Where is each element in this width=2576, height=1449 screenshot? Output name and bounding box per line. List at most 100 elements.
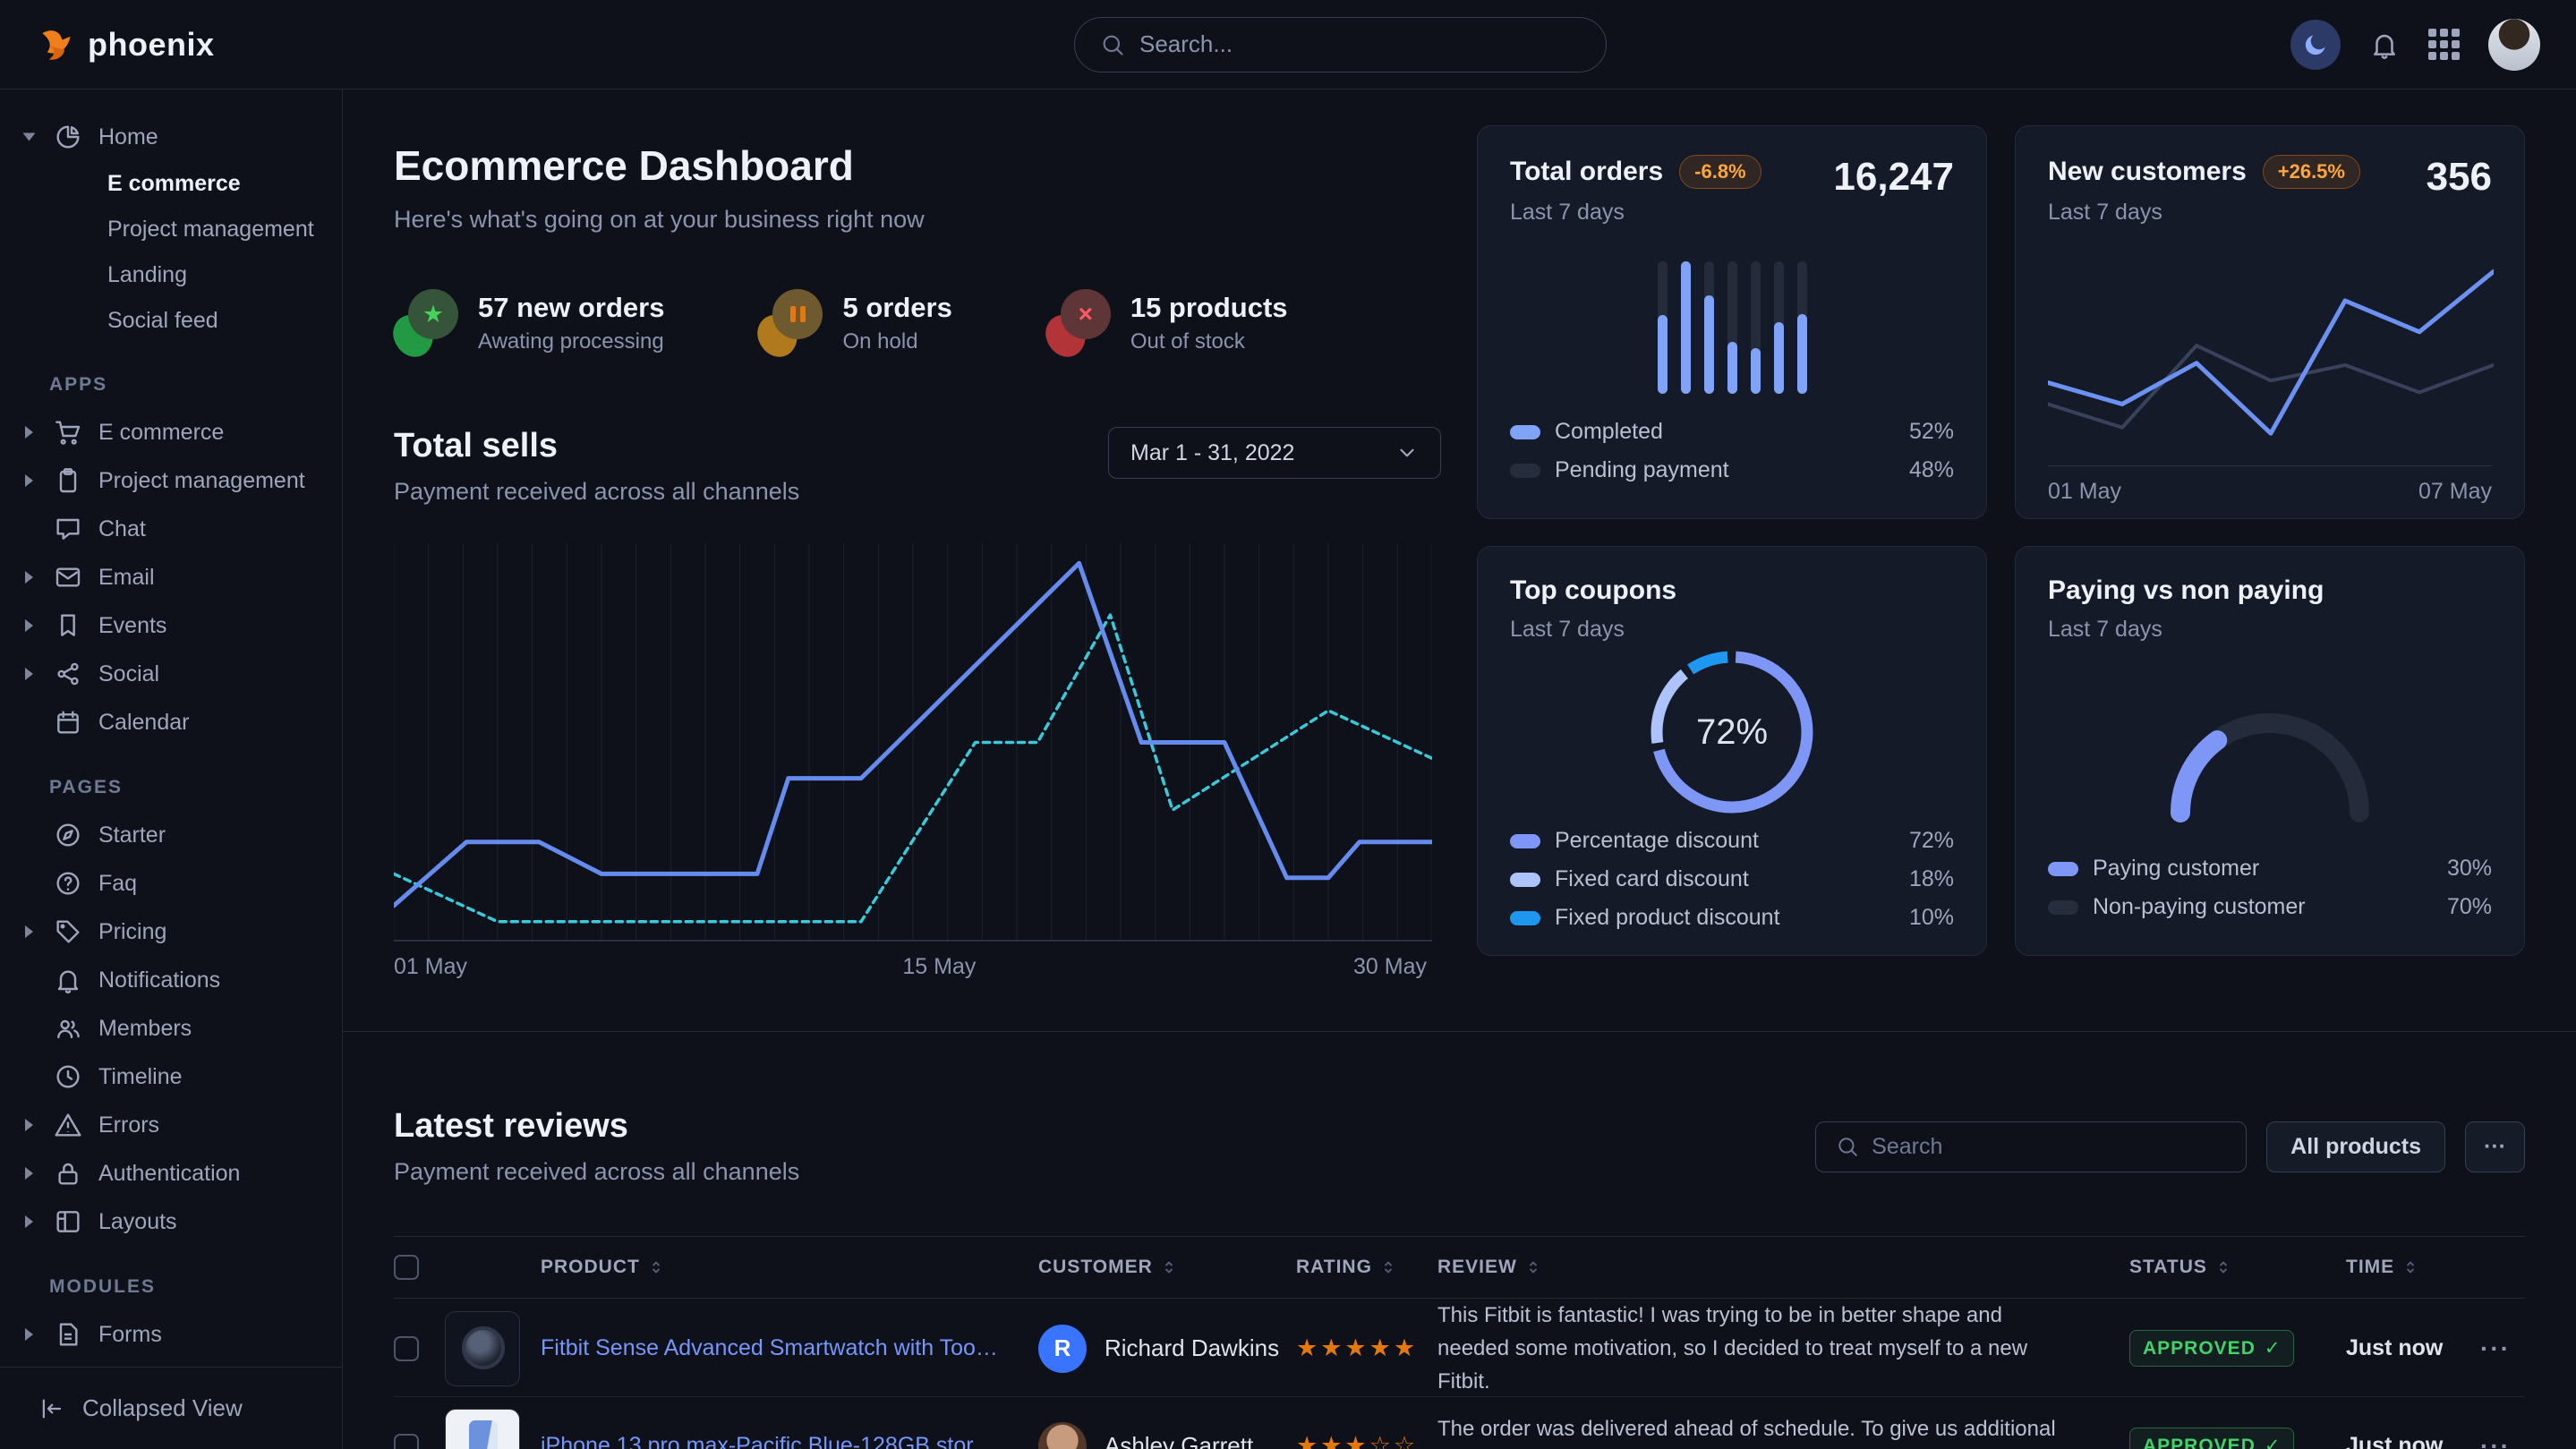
column-review[interactable]: REVIEW (1437, 1257, 2129, 1278)
caret-right-icon (25, 426, 38, 439)
all-products-button[interactable]: All products (2266, 1121, 2445, 1172)
new-customers-chart: 01 May 07 May (2048, 226, 2492, 505)
x-axis-labels: 01 May 15 May 30 May (394, 954, 1432, 990)
trend-badge: -6.8% (1679, 155, 1761, 189)
compass-icon (54, 821, 82, 849)
donut-center-label: 72% (1696, 712, 1768, 753)
clock-icon (54, 1062, 82, 1091)
sort-icon (647, 1258, 665, 1276)
sidebar-item-calendar[interactable]: Calendar (0, 698, 342, 746)
user-avatar[interactable] (2488, 19, 2540, 71)
pause-icon (790, 306, 806, 322)
trend-badge: +26.5% (2263, 155, 2360, 189)
avatar[interactable]: R (1038, 1325, 1087, 1373)
sidebar-item-starter[interactable]: Starter (0, 811, 342, 859)
legend-pending: Pending payment 48% (1510, 451, 1954, 490)
sidebar-item-home[interactable]: Home (0, 113, 342, 161)
caret-down-icon (25, 131, 38, 143)
column-product[interactable]: PRODUCT (541, 1257, 1038, 1278)
sidebar-item-faq[interactable]: Faq (0, 859, 342, 908)
theme-toggle-button[interactable] (2290, 20, 2341, 70)
cart-icon (54, 418, 82, 447)
top-navbar: phoenix Search... (0, 0, 2576, 89)
caret-right-icon (25, 619, 38, 632)
x-icon: × (1079, 300, 1093, 328)
caret-right-icon (25, 1167, 38, 1180)
time-cell: Just now (2346, 1335, 2480, 1361)
column-time[interactable]: TIME (2346, 1257, 2480, 1278)
caret-right-icon (25, 668, 38, 680)
row-checkbox[interactable] (394, 1434, 419, 1449)
sidebar-section-apps: APPS (0, 344, 342, 408)
check-icon: ✓ (2265, 1435, 2282, 1449)
product-link[interactable]: Fitbit Sense Advanced Smartwatch with To… (541, 1335, 1038, 1361)
chat-icon (54, 515, 82, 543)
sort-icon (2401, 1258, 2419, 1276)
sidebar-item-project-management[interactable]: Project management (0, 207, 342, 252)
sidebar-item-members[interactable]: Members (0, 1004, 342, 1053)
sidebar-item-errors[interactable]: Errors (0, 1101, 342, 1149)
sidebar-item-social[interactable]: Social (0, 650, 342, 698)
stat-new-orders: ★ 57 new orders Awating processing (394, 289, 664, 357)
sidebar-item-forms[interactable]: Forms (0, 1310, 342, 1359)
time-cell: Just now (2346, 1433, 2480, 1449)
row-menu-button[interactable]: ··· (2480, 1432, 2525, 1449)
order-bar (1704, 261, 1714, 394)
apps-menu-button[interactable] (2428, 29, 2460, 60)
on-hold-icon (758, 289, 823, 357)
column-customer[interactable]: CUSTOMER (1038, 1257, 1296, 1278)
sidebar-item-layouts[interactable]: Forms Layouts (0, 1198, 342, 1246)
users-icon (54, 1014, 82, 1043)
order-bar (1727, 261, 1737, 394)
column-rating[interactable]: RATING (1296, 1257, 1437, 1278)
date-range-select[interactable]: Mar 1 - 31, 2022 (1108, 427, 1441, 479)
pie-chart-icon (54, 123, 82, 151)
notifications-button[interactable] (2369, 30, 2400, 60)
sidebar-item-authentication[interactable]: Authentication (0, 1149, 342, 1198)
legend-fixed-card-discount: Fixed card discount 18% (1510, 860, 1954, 899)
sidebar-item-social-feed[interactable]: Social feed (0, 298, 342, 344)
sidebar-item-ecommerce-app[interactable]: E commerce (0, 408, 342, 456)
product-thumbnail-fitbit[interactable] (445, 1311, 520, 1386)
sidebar-item-icons[interactable]: Icons (0, 1359, 342, 1367)
sidebar: Home E commerce Project management Landi… (0, 89, 343, 1449)
sidebar-item-notifications[interactable]: Notifications (0, 956, 342, 1004)
collapsed-view-toggle[interactable]: Collapsed View (0, 1367, 342, 1449)
caret-right-icon (25, 474, 38, 487)
sidebar-item-project-management-app[interactable]: Project management (0, 456, 342, 505)
product-link[interactable]: iPhone 13 pro max-Pacific Blue-128GB sto… (541, 1433, 1038, 1449)
reviews-search-input[interactable]: Search (1815, 1121, 2247, 1172)
bell-icon (2369, 30, 2400, 60)
brand-logo[interactable]: phoenix (36, 25, 343, 64)
global-search-input[interactable]: Search... (1074, 17, 1607, 72)
avatar[interactable] (1038, 1422, 1087, 1449)
sidebar-item-timeline[interactable]: Timeline (0, 1053, 342, 1101)
review-text: The order was delivered ahead of schedul… (1437, 1412, 2129, 1449)
column-status[interactable]: STATUS (2129, 1257, 2346, 1278)
order-bar (1751, 261, 1761, 394)
check-icon: ✓ (2265, 1337, 2282, 1360)
order-bar (1774, 261, 1784, 394)
calendar-icon (54, 708, 82, 737)
new-customers-value: 356 (2427, 155, 2492, 200)
sidebar-item-email[interactable]: Email (0, 553, 342, 601)
total-sells-chart: 01 May 15 May 30 May (394, 543, 1432, 990)
latest-reviews-subtitle: Payment received across all channels (394, 1158, 799, 1186)
total-orders-card: Total orders -6.8% Last 7 days 16,247 (1477, 125, 1987, 519)
search-icon (1100, 32, 1125, 57)
select-all-checkbox[interactable] (394, 1255, 419, 1280)
row-menu-button[interactable]: ··· (2480, 1334, 2525, 1363)
section-divider (343, 1031, 2576, 1032)
question-circle-icon (54, 869, 82, 898)
sidebar-item-chat[interactable]: Chat (0, 505, 342, 553)
new-orders-icon: ★ (394, 289, 458, 357)
latest-reviews-title: Latest reviews (394, 1107, 799, 1146)
legend-percentage-discount: Percentage discount 72% (1510, 822, 1954, 860)
row-checkbox[interactable] (394, 1336, 419, 1361)
sidebar-item-landing[interactable]: Landing (0, 252, 342, 298)
sidebar-item-events[interactable]: Events (0, 601, 342, 650)
sidebar-item-e-commerce[interactable]: E commerce (0, 161, 342, 207)
product-thumbnail-iphone[interactable] (445, 1409, 520, 1449)
reviews-menu-button[interactable]: ··· (2465, 1121, 2525, 1172)
sidebar-item-pricing[interactable]: Pricing (0, 908, 342, 956)
